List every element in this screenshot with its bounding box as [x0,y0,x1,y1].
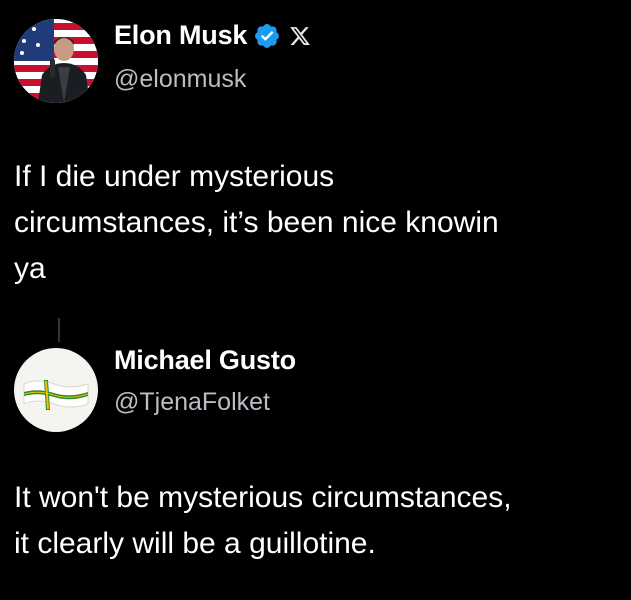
reply-author-name-row: Michael Gusto [114,345,296,376]
author-handle[interactable]: @elonmusk [114,65,246,94]
tweet-text: If I die under mysterious circumstances,… [14,160,499,285]
michael-gusto-avatar[interactable] [14,348,98,432]
original-tweet: Elon Musk @elonmusk If I die under myste… [0,0,631,320]
verified-badge-icon [255,23,280,48]
author-name-row: Elon Musk [114,20,311,51]
elon-musk-avatar[interactable] [14,19,98,103]
reply-author-display-name[interactable]: Michael Gusto [114,345,296,376]
avatar-image [14,19,98,103]
author-display-name[interactable]: Elon Musk [114,20,247,51]
reply-text: It won't be mysterious circumstances, it… [14,481,512,560]
reply-tweet: Michael Gusto @TjenaFolket It won't be m… [0,320,631,600]
reply-author-handle[interactable]: @TjenaFolket [114,388,270,417]
avatar-image [14,348,98,432]
x-logo-icon [290,26,311,45]
